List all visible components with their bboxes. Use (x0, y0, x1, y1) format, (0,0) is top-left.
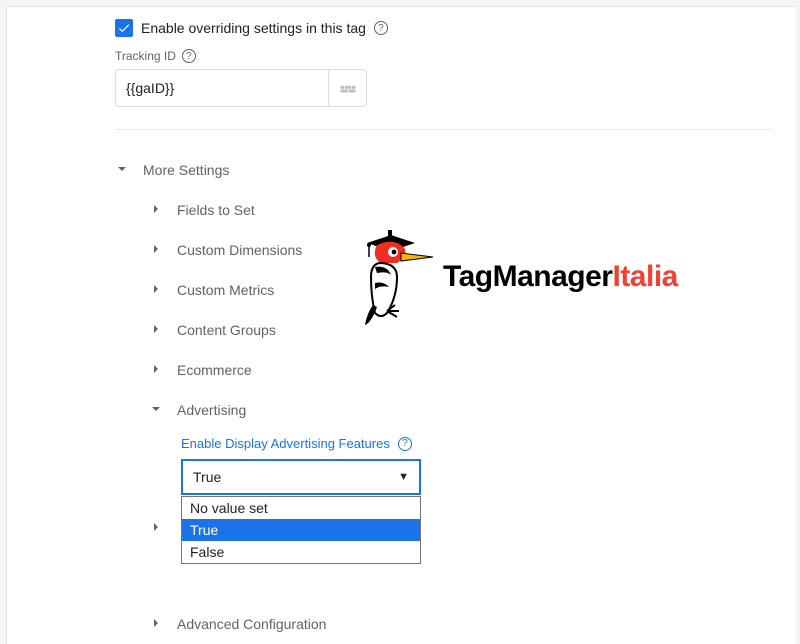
tracking-id-value: {{gaID}} (126, 80, 174, 96)
tree-item-label: Ecommerce (177, 362, 252, 378)
override-settings-checkbox[interactable] (115, 19, 133, 37)
help-icon[interactable]: ? (182, 49, 196, 63)
help-icon[interactable]: ? (374, 21, 388, 35)
display-advertising-label: Enable Display Advertising Features (181, 436, 390, 451)
check-icon (117, 21, 131, 35)
tag-config-card: Enable overriding settings in this tag ?… (6, 6, 796, 644)
chevron-down-icon (117, 164, 129, 176)
advertising-label: Advertising (177, 402, 246, 418)
select-value: True (193, 469, 221, 485)
caret-down-icon: ▼ (398, 471, 409, 483)
chevron-right-icon (151, 284, 163, 296)
more-settings-label: More Settings (143, 162, 229, 178)
advertising-expander[interactable]: Advertising (151, 390, 796, 430)
tree-item-label: Content Groups (177, 322, 276, 338)
display-advertising-select[interactable]: True ▼ (181, 459, 421, 495)
variable-picker-button[interactable] (329, 69, 367, 107)
fields-to-set-expander[interactable]: Fields to Set (151, 190, 796, 230)
chevron-right-icon (151, 364, 163, 376)
brick-icon (339, 79, 357, 97)
advanced-configuration-expander[interactable]: Advanced Configuration (151, 604, 796, 644)
tracking-id-label: Tracking ID (115, 49, 176, 63)
tree-item-label: Fields to Set (177, 202, 255, 218)
ecommerce-expander[interactable]: Ecommerce (151, 350, 796, 390)
chevron-down-icon (151, 404, 163, 416)
settings-tree: More Settings Fields to Set Custom Dimen… (7, 130, 796, 644)
custom-dimensions-expander[interactable]: Custom Dimensions (151, 230, 796, 270)
chevron-right-icon (151, 244, 163, 256)
more-settings-expander[interactable]: More Settings (117, 150, 796, 190)
custom-metrics-expander[interactable]: Custom Metrics (151, 270, 796, 310)
chevron-right-icon (151, 522, 163, 534)
tree-item-label: Custom Metrics (177, 282, 274, 298)
content-groups-expander[interactable]: Content Groups (151, 310, 796, 350)
chevron-right-icon (151, 204, 163, 216)
chevron-right-icon (151, 618, 163, 630)
chevron-right-icon (151, 324, 163, 336)
tree-item-label: Custom Dimensions (177, 242, 302, 258)
help-icon[interactable]: ? (398, 437, 412, 451)
tracking-id-input[interactable]: {{gaID}} (115, 69, 329, 107)
advanced-configuration-label: Advanced Configuration (177, 616, 326, 632)
override-settings-label: Enable overriding settings in this tag (141, 20, 366, 36)
